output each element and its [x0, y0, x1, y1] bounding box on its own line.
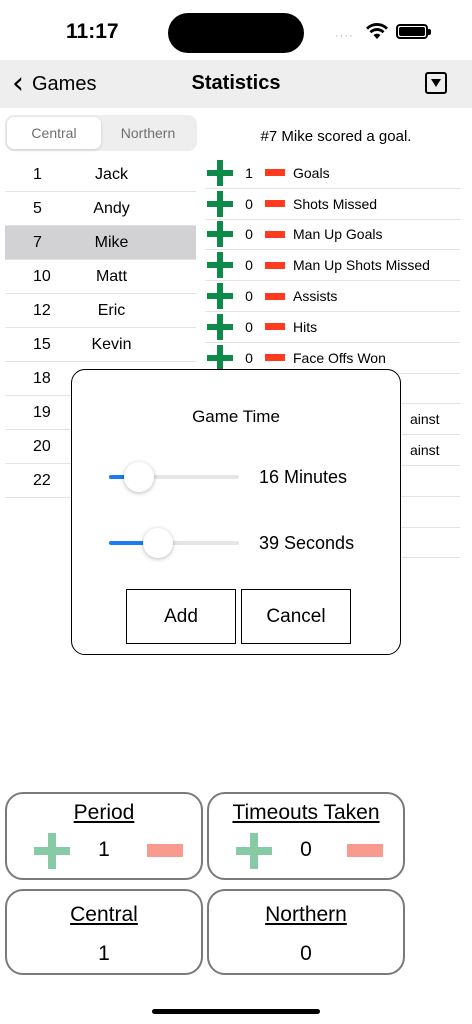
stat-row: 0 Hits	[205, 312, 460, 343]
home-indicator[interactable]	[152, 1009, 320, 1014]
signal-icon: ····	[335, 30, 354, 42]
stat-value: 0	[245, 318, 253, 335]
central-title: Central	[70, 903, 138, 926]
minutes-label: 16 Minutes	[259, 467, 348, 487]
stat-row: 0 Man Up Goals	[205, 220, 460, 251]
event-message: #7 Mike scored a goal.	[260, 128, 412, 145]
minutes-slider[interactable]	[109, 462, 239, 492]
timeouts-title: Timeouts Taken	[232, 801, 380, 824]
stat-label: Assists	[293, 288, 338, 305]
player-name: Kevin	[91, 335, 132, 353]
central-score-card: Central 1	[5, 889, 203, 975]
northern-title: Northern	[265, 903, 347, 926]
stat-label: Face Offs Won	[293, 349, 386, 366]
roster-row[interactable]: 5 Andy	[5, 192, 196, 226]
increment-plus-icon[interactable]	[207, 221, 233, 248]
central-score: 1	[98, 942, 110, 965]
stat-label: Hits	[293, 318, 318, 335]
decrement-minus-icon[interactable]	[265, 200, 285, 208]
roster-row[interactable]: 12 Eric	[5, 294, 196, 328]
player-number: 19	[33, 403, 51, 421]
player-name: Jack	[95, 165, 128, 183]
stat-label: Goals	[293, 164, 330, 181]
player-name: Matt	[95, 267, 128, 285]
status-time: 11:17	[66, 20, 119, 43]
player-number: 7	[33, 233, 42, 251]
stat-value: 1	[245, 164, 253, 181]
stat-label: Shots Missed	[293, 195, 378, 212]
decrement-minus-icon[interactable]	[265, 261, 285, 269]
stat-label: Man Up Goals	[293, 226, 383, 243]
player-number: 20	[33, 437, 51, 455]
period-card: Period 1	[5, 792, 203, 880]
player-number: 15	[33, 335, 51, 353]
segment-northern[interactable]: Northern	[101, 117, 195, 149]
player-number: 18	[33, 369, 51, 387]
dropdown-menu-button[interactable]	[425, 72, 447, 94]
dynamic-island	[168, 13, 304, 53]
team-segmented-control: Central Northern	[5, 115, 197, 151]
decrement-minus-icon[interactable]	[265, 169, 285, 177]
slider-thumb[interactable]	[123, 462, 154, 492]
stat-value: 0	[245, 226, 253, 243]
stat-row: 1 Goals	[205, 158, 460, 189]
game-time-dialog: Game Time 16 Minutes 39 Seconds Add Canc…	[71, 369, 401, 655]
player-number: 5	[33, 199, 42, 217]
increment-plus-icon[interactable]	[207, 190, 233, 217]
increment-plus-icon[interactable]	[207, 159, 233, 186]
navigation-bar: ‹ Games Statistics	[0, 60, 472, 108]
cancel-button[interactable]: Cancel	[241, 589, 351, 644]
slider-thumb[interactable]	[143, 528, 174, 558]
increment-plus-icon[interactable]	[207, 252, 233, 279]
dialog-title: Game Time	[192, 407, 280, 426]
northern-score-card: Northern 0	[207, 889, 405, 975]
stat-label: ainst	[410, 442, 440, 459]
add-button[interactable]: Add	[126, 589, 236, 644]
roster-row[interactable]: 7 Mike	[5, 226, 196, 260]
wifi-icon	[366, 23, 388, 39]
increment-plus-icon[interactable]	[207, 313, 233, 340]
northern-score: 0	[300, 942, 312, 965]
stat-value: 0	[245, 349, 253, 366]
battery-icon	[396, 24, 431, 39]
player-name: Mike	[94, 233, 129, 251]
increment-plus-icon[interactable]	[207, 283, 233, 310]
page-title: Statistics	[191, 72, 281, 94]
stat-row: 0 Assists	[205, 281, 460, 312]
player-name: Andy	[93, 199, 130, 217]
roster-row[interactable]: 10 Matt	[5, 260, 196, 294]
stat-value: 0	[245, 288, 253, 305]
player-number: 10	[33, 267, 51, 285]
player-number: 1	[33, 165, 42, 183]
decrement-minus-icon[interactable]	[265, 230, 285, 238]
timeouts-decrement-minus-icon[interactable]	[347, 844, 383, 857]
segment-central[interactable]: Central	[7, 117, 101, 149]
period-title: Period	[73, 801, 135, 824]
seconds-slider[interactable]	[109, 528, 239, 558]
roster-row[interactable]: 15 Kevin	[5, 328, 196, 362]
stat-label: Man Up Shots Missed	[293, 257, 430, 274]
increment-plus-icon[interactable]	[207, 344, 233, 371]
stat-label: ainst	[410, 411, 440, 428]
timeouts-card: Timeouts Taken 0	[207, 792, 405, 880]
decrement-minus-icon[interactable]	[265, 354, 285, 362]
status-bar: 11:17 ····	[0, 0, 472, 60]
stat-row: 0 Shots Missed	[205, 189, 460, 220]
player-name: Eric	[97, 301, 126, 319]
roster-row[interactable]: 1 Jack	[5, 158, 196, 192]
stat-value: 0	[245, 195, 253, 212]
decrement-minus-icon[interactable]	[265, 323, 285, 331]
player-number: 12	[33, 301, 51, 319]
player-number: 22	[33, 471, 51, 489]
decrement-minus-icon[interactable]	[265, 292, 285, 300]
stat-row: 0 Man Up Shots Missed	[205, 250, 460, 282]
triangle-down-icon	[431, 79, 441, 87]
stat-value: 0	[245, 257, 253, 274]
seconds-label: 39 Seconds	[259, 533, 355, 553]
period-decrement-minus-icon[interactable]	[147, 844, 183, 857]
